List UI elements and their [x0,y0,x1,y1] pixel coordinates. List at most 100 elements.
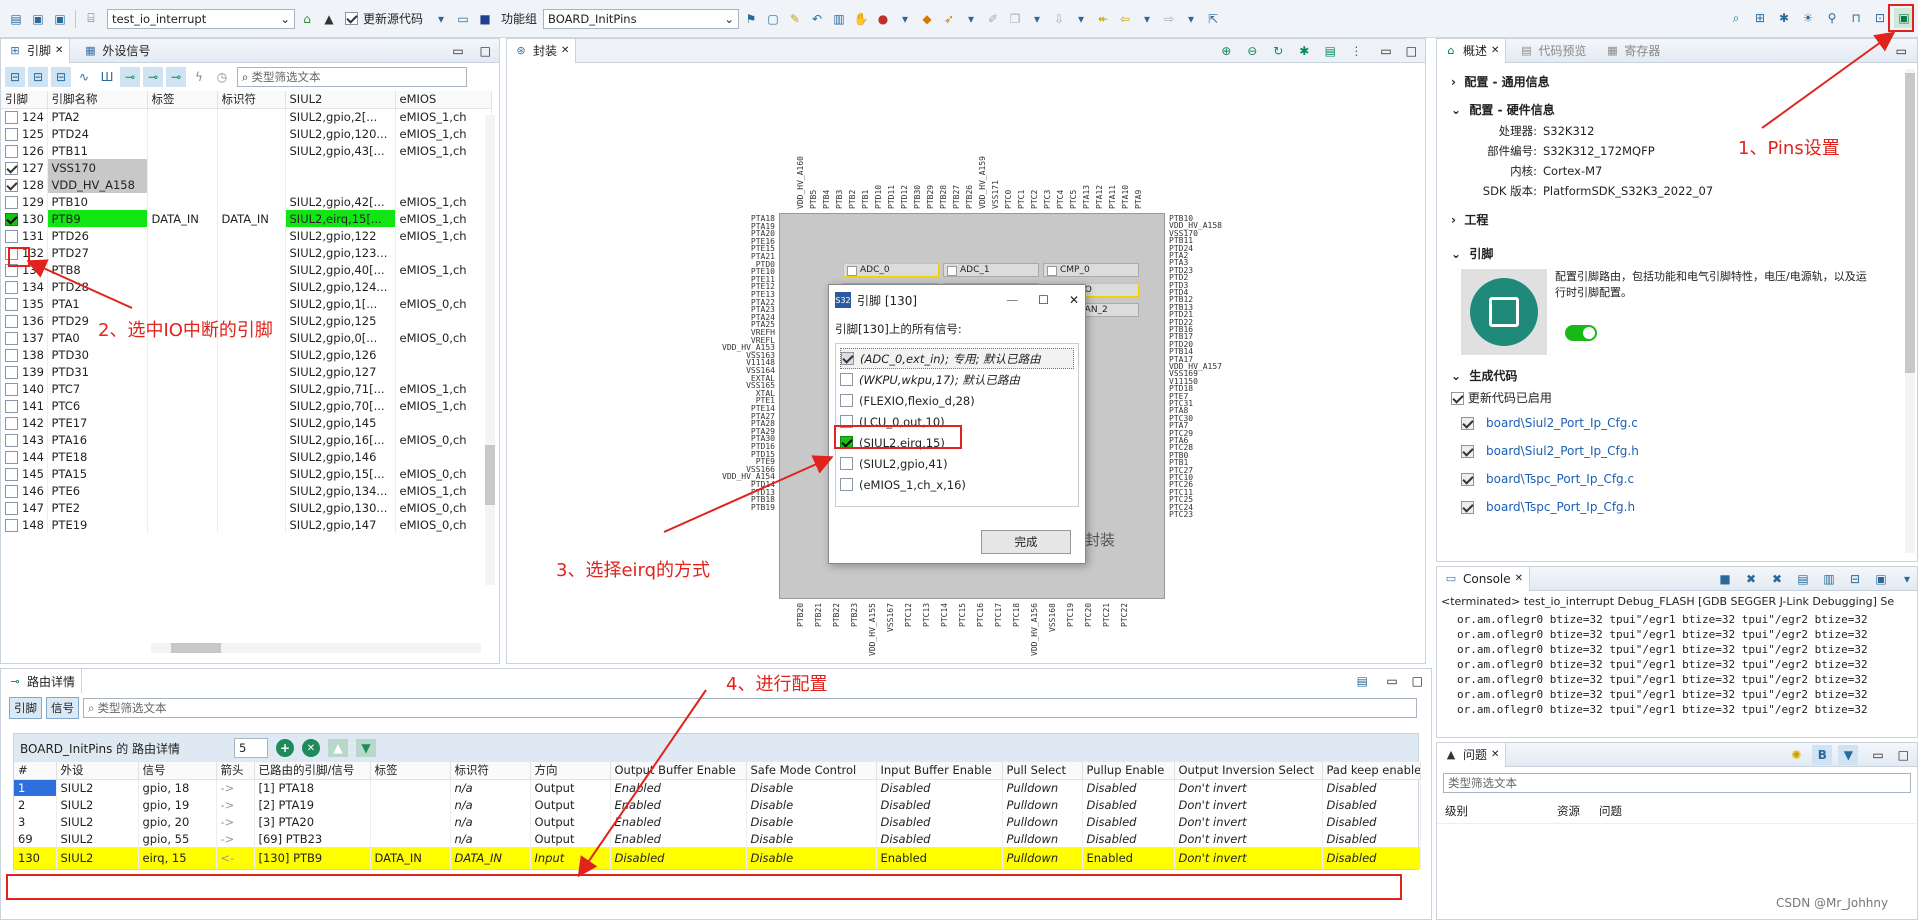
pin-label[interactable]: VDD_HV_A155 [868,603,877,663]
dropdown-icon[interactable]: ▾ [895,9,915,29]
view-menu-icon[interactable]: ▤ [1352,671,1372,691]
save-icon[interactable]: ▣ [28,9,48,29]
section-generate-code[interactable]: ⌄ 生成代码 [1451,365,1903,387]
maximize-icon[interactable]: □ [480,44,491,58]
route-col[interactable]: 信号 [138,762,217,780]
zoom-in-icon[interactable]: ⊕ [1216,41,1236,61]
peripheral-button[interactable]: ADC_1 [943,263,1039,277]
pin-label[interactable]: PTB26 [965,103,974,209]
table-row[interactable]: 127 VSS170 [1,159,492,176]
pins-filter-input[interactable]: ⌕ 类型筛选文本 [237,67,467,87]
open-console-icon[interactable]: ▾ [1897,569,1917,589]
list-view-icon[interactable]: ▤ [1320,41,1340,61]
pin-label[interactable]: PTC15 [958,603,967,663]
dropdown-icon[interactable]: ▾ [1137,9,1157,29]
col-level[interactable]: 级别 [1445,803,1557,819]
tab-code-preview[interactable]: ▤ 代码预览 [1512,39,1592,63]
minimize-icon[interactable]: ▭ [1896,44,1907,58]
problems-filter-input[interactable]: 类型筛选文本 [1443,773,1911,793]
bug-icon[interactable]: ● [873,9,893,29]
col-problem[interactable]: 问题 [1599,803,1622,819]
pin-label[interactable]: PTC5 [1069,103,1078,209]
pin-label[interactable]: PTC3 [1043,103,1052,209]
pin-label[interactable]: PTB2 [848,103,857,209]
remove-route-icon[interactable]: ✕ [302,739,320,757]
file-checkbox[interactable] [1461,444,1474,458]
maximize-icon[interactable]: □ [1406,44,1417,58]
col-resource[interactable]: 资源 [1557,803,1599,819]
open-perspective-icon[interactable]: ⊞ [1750,8,1770,28]
pin-label[interactable]: PTB29 [926,103,935,209]
pin-checkbox[interactable] [5,280,18,294]
close-icon[interactable]: ✕ [1515,573,1523,584]
bars-icon[interactable]: Ш [97,67,117,87]
generated-file-row[interactable]: board\Tspc_Port_Ip_Cfg.h [1461,493,1903,521]
col-emios[interactable]: eMIOS [395,91,492,109]
remove-launch-icon[interactable]: ✖ [1741,569,1761,589]
routing-filter-input[interactable]: ⌕ 类型筛选文本 [83,698,1417,718]
pin-checkbox[interactable] [5,178,18,192]
pin-checkbox[interactable] [5,416,18,430]
tab-routing[interactable]: ⊸ 路由详情 [1,669,83,693]
pin-label[interactable]: PTC20 [1084,603,1093,663]
lightning-icon[interactable]: ϟ [189,67,209,87]
dialog-minimize-icon[interactable]: — [1006,293,1018,307]
file-checkbox[interactable] [1461,500,1474,514]
route-col[interactable]: 箭头 [216,762,255,780]
table-row[interactable]: 145 PTA15 SIUL2,gpio,15[... eMIOS_0,ch [1,465,492,482]
pin-checkbox[interactable] [5,297,18,311]
terminate-icon[interactable]: ■ [1715,569,1735,589]
pin-checkbox[interactable] [5,382,18,396]
debug-perspective-icon[interactable]: ⚲ [1822,8,1842,28]
pin-checkbox[interactable] [5,501,18,515]
pin-checkbox[interactable] [5,484,18,498]
pin-checkbox[interactable] [5,467,18,481]
table-row[interactable]: 129 PTB10 SIUL2,gpio,42[... eMIOS_1,ch [1,193,492,210]
pin-label[interactable]: VDD_HV_A156 [1030,603,1039,663]
pin-label[interactable]: PTA12 [1095,103,1104,209]
terminal-icon[interactable]: ⌸ [81,9,101,29]
route-row[interactable]: 69 SIUL2 gpio, 55 -> [69] PTB23 n/a Output Enab… [14,830,1421,847]
routing-count-input[interactable]: 5 [234,738,268,758]
table-row[interactable]: 125 PTD24 SIUL2,gpio,120... eMIOS_1,ch [1,125,492,142]
scroll-lock-icon[interactable]: ▥ [1819,569,1839,589]
pin-label[interactable]: PTA10 [1121,103,1130,209]
display-console-icon[interactable]: ▣ [1871,569,1891,589]
pin-label[interactable]: PTC1 [1017,103,1026,209]
generated-file-row[interactable]: board\Siul2_Port_Ip_Cfg.c [1461,409,1903,437]
timer-icon[interactable]: ◷ [212,67,232,87]
edit-icon[interactable]: ✐ [983,9,1003,29]
generated-file-row[interactable]: board\Tspc_Port_Ip_Cfg.c [1461,465,1903,493]
pin-checkbox[interactable] [5,110,18,124]
new-icon[interactable]: ▤ [6,9,26,29]
pins-vscrollbar[interactable] [485,115,495,585]
external-icon[interactable]: ⇱ [1203,9,1223,29]
dropdown-icon[interactable]: ▾ [961,9,981,29]
signal-option[interactable]: (WKPU,wkpu,17); 默认已路由 [840,369,1074,390]
chip-perspective-icon[interactable]: ☀ [1798,8,1818,28]
section-pins[interactable]: ⌄ 引脚 [1451,243,1903,265]
tab-package[interactable]: ⊛ 封装 ✕ [507,39,577,63]
pin-label[interactable]: PTB23 [850,603,859,663]
clock-perspective-icon[interactable]: ⊓ [1846,8,1866,28]
table-row[interactable]: 148 PTE19 SIUL2,gpio,147 eMIOS_0,ch [1,516,492,533]
function-group-select[interactable]: BOARD_InitPins ⌄ [543,8,740,29]
search-icon[interactable]: ⌕ [1726,8,1746,28]
col-pin-name[interactable]: 引脚名称 [47,91,148,109]
pin-checkbox[interactable] [5,212,18,226]
pin-checkbox[interactable] [5,127,18,141]
pin-checkbox[interactable] [5,450,18,464]
close-icon[interactable]: ✕ [55,45,63,56]
route-col[interactable]: Pad keep enable [1322,762,1421,780]
peripherals-perspective-icon[interactable]: ⊡ [1870,8,1890,28]
section-project[interactable]: › 工程 [1451,209,1903,231]
remove-all-icon[interactable]: ✖ [1767,569,1787,589]
minimize-icon[interactable]: ▭ [452,44,463,58]
signal-option[interactable]: (SIUL2,gpio,41) [840,453,1074,474]
tab-registers[interactable]: ▦ 寄存器 [1598,39,1666,63]
route-row[interactable]: 130 SIUL2 eirq, 15 <- [130] PTB9 DATA_IN DATA_… [14,847,1421,869]
tab-console[interactable]: ▭ Console ✕ [1437,567,1531,591]
pin-label[interactable]: PTB20 [796,603,805,663]
signal-checkbox[interactable] [841,352,854,365]
table-row[interactable]: 128 VDD_HV_A158 [1,176,492,193]
